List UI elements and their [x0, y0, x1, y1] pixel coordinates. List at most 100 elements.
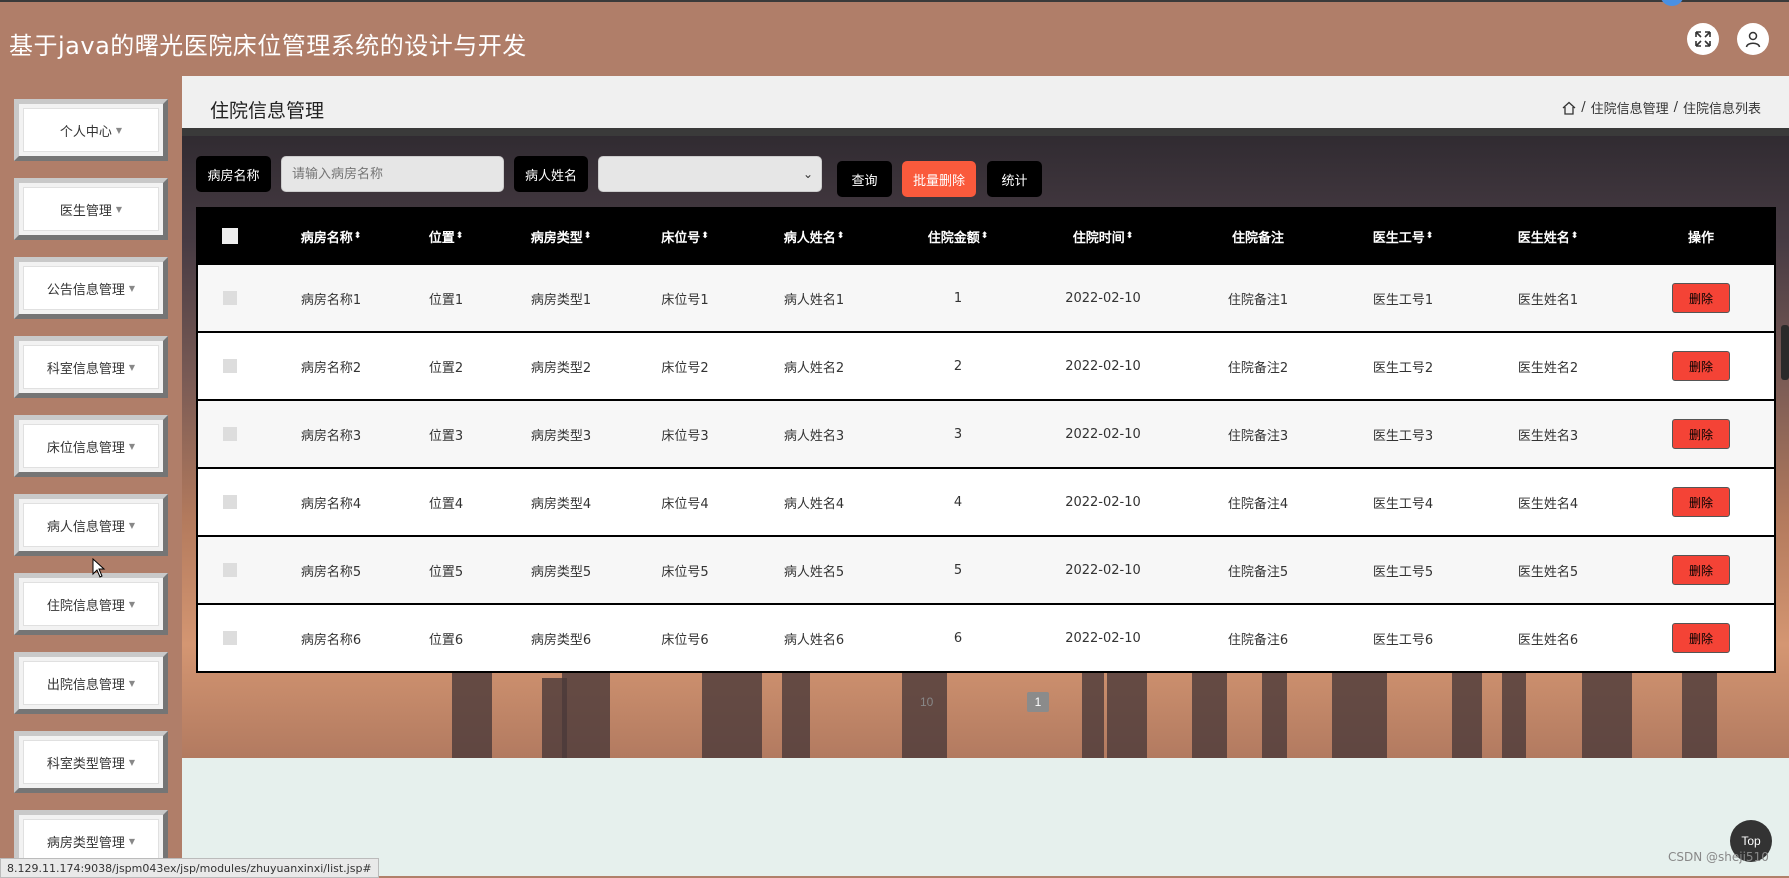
cell-bed-number: 床位号3	[661, 428, 709, 444]
cell-doctor-id: 医生工号3	[1372, 428, 1434, 444]
cell-patient-name: 病人姓名6	[783, 632, 845, 648]
cell-room-type: 病房类型4	[530, 496, 592, 512]
row-checkbox[interactable]	[223, 291, 237, 305]
cell-admission-time: 2022-02-10	[1065, 358, 1141, 374]
cell-doctor-name: 医生姓名4	[1517, 496, 1579, 512]
row-checkbox[interactable]	[223, 563, 237, 577]
delete-button[interactable]: 删除	[1672, 419, 1730, 449]
cell-admission-time: 2022-02-10	[1065, 562, 1141, 578]
row-checkbox[interactable]	[223, 427, 237, 441]
delete-button[interactable]: 删除	[1672, 555, 1730, 585]
col-location[interactable]: 位置 ⬍	[400, 209, 492, 263]
sidebar-item-patient[interactable]: 病人信息管理 ▼	[14, 494, 168, 556]
delete-button[interactable]: 删除	[1672, 351, 1730, 381]
col-patient-name[interactable]: 病人姓名 ⬍	[740, 209, 888, 263]
cell-room-name: 病房名称3	[300, 428, 362, 444]
sort-icon: ⬍	[1125, 231, 1134, 241]
sidebar-item-department[interactable]: 科室信息管理 ▼	[14, 336, 168, 398]
breadcrumb-separator: /	[1673, 100, 1678, 115]
sidebar-item-personal-center[interactable]: 个人中心 ▼	[14, 99, 168, 161]
fullscreen-icon	[1695, 31, 1711, 47]
pagination-current-page[interactable]: 1	[1027, 692, 1049, 712]
room-name-input[interactable]	[281, 156, 504, 192]
cell-amount: 1	[953, 290, 963, 306]
room-name-label: 病房名称	[196, 156, 271, 192]
cell-doctor-id: 医生工号4	[1372, 496, 1434, 512]
col-bed-number[interactable]: 床位号 ⬍	[630, 209, 740, 263]
sort-icon: ⬍	[353, 231, 362, 241]
col-doctor-name[interactable]: 医生姓名 ⬍	[1468, 209, 1628, 263]
caret-down-icon: ▼	[128, 836, 136, 846]
breadcrumb-separator: /	[1581, 100, 1586, 115]
col-actions: 操作	[1687, 230, 1714, 246]
cell-amount: 2	[953, 358, 963, 374]
caret-down-icon: ▼	[115, 204, 123, 214]
sidebar-item-notice[interactable]: 公告信息管理 ▼	[14, 257, 168, 319]
cell-room-type: 病房类型3	[530, 428, 592, 444]
table-row: 病房名称2 位置2 病房类型2 床位号2 病人姓名2 2 2022-02-10 …	[198, 331, 1774, 399]
cell-amount: 5	[953, 562, 963, 578]
row-checkbox[interactable]	[223, 631, 237, 645]
cell-remark: 住院备注6	[1227, 632, 1289, 648]
table-row: 病房名称1 位置1 病房类型1 床位号1 病人姓名1 1 2022-02-10 …	[198, 263, 1774, 331]
cell-remark: 住院备注4	[1227, 496, 1289, 512]
page-size-select[interactable]: 10	[920, 692, 933, 712]
status-url: 8.129.11.174:9038/jspm043ex/jsp/modules/…	[0, 858, 379, 878]
col-doctor-id[interactable]: 医生工号 ⬍	[1338, 209, 1468, 263]
sidebar-item-department-type[interactable]: 科室类型管理 ▼	[14, 731, 168, 793]
cell-bed-number: 床位号4	[661, 496, 709, 512]
select-all-checkbox[interactable]	[222, 228, 238, 244]
sidebar-item-label: 病人信息管理	[46, 519, 125, 535]
sidebar-item-bed[interactable]: 床位信息管理 ▼	[14, 415, 168, 477]
sidebar-item-doctor[interactable]: 医生管理 ▼	[14, 178, 168, 240]
sidebar-item-label: 公告信息管理	[46, 282, 125, 298]
col-admission-time[interactable]: 住院时间 ⬍	[1028, 209, 1178, 263]
query-button[interactable]: 查询	[837, 161, 892, 197]
cell-admission-time: 2022-02-10	[1065, 494, 1141, 510]
row-checkbox[interactable]	[223, 495, 237, 509]
user-button[interactable]	[1737, 23, 1769, 55]
delete-button[interactable]: 删除	[1672, 623, 1730, 653]
table-body: 病房名称1 位置1 病房类型1 床位号1 病人姓名1 1 2022-02-10 …	[198, 263, 1774, 671]
cell-room-type: 病房类型1	[530, 292, 592, 308]
content-footer-area	[182, 758, 1789, 876]
col-room-type[interactable]: 病房类型 ⬍	[492, 209, 630, 263]
cell-doctor-id: 医生工号6	[1372, 632, 1434, 648]
delete-button[interactable]: 删除	[1672, 487, 1730, 517]
caret-down-icon: ▼	[128, 599, 136, 609]
sort-icon: ⬍	[1570, 231, 1579, 241]
sidebar-item-label: 医生管理	[59, 203, 112, 219]
cell-location: 位置4	[428, 496, 464, 512]
sidebar-item-label: 科室类型管理	[46, 756, 125, 772]
breadcrumb-item: 住院信息列表	[1682, 102, 1761, 117]
home-icon[interactable]	[1562, 101, 1576, 115]
cell-room-name: 病房名称5	[300, 564, 362, 580]
cell-room-type: 病房类型5	[530, 564, 592, 580]
cell-bed-number: 床位号1	[661, 292, 709, 308]
delete-button[interactable]: 删除	[1672, 283, 1730, 313]
sidebar-item-label: 病房类型管理	[46, 835, 125, 851]
cell-amount: 3	[953, 426, 963, 442]
col-room-name[interactable]: 病房名称 ⬍	[262, 209, 400, 263]
batch-delete-button[interactable]: 批量删除	[902, 161, 976, 197]
sort-icon: ⬍	[583, 231, 592, 241]
sidebar: 个人中心 ▼ 医生管理 ▼ 公告信息管理 ▼ 科室信息管理 ▼ 床位信息管理 ▼ 病人信息…	[0, 76, 182, 876]
scrollbar[interactable]	[1781, 325, 1789, 380]
cell-location: 位置3	[428, 428, 464, 444]
row-checkbox[interactable]	[223, 359, 237, 373]
hero-top-strip	[182, 128, 1789, 136]
patient-name-select[interactable]: ⌄	[598, 156, 822, 192]
cell-doctor-name: 医生姓名3	[1517, 428, 1579, 444]
caret-down-icon: ▼	[128, 362, 136, 372]
cell-patient-name: 病人姓名2	[783, 360, 845, 376]
cell-bed-number: 床位号6	[661, 632, 709, 648]
sidebar-item-discharge[interactable]: 出院信息管理 ▼	[14, 652, 168, 714]
fullscreen-button[interactable]	[1687, 23, 1719, 55]
cell-patient-name: 病人姓名3	[783, 428, 845, 444]
caret-down-icon: ▼	[128, 520, 136, 530]
sidebar-item-admission[interactable]: 住院信息管理 ▼	[14, 573, 168, 635]
breadcrumb-item[interactable]: 住院信息管理	[1591, 98, 1669, 117]
statistics-button[interactable]: 统计	[987, 161, 1042, 197]
col-amount[interactable]: 住院金额 ⬍	[888, 209, 1028, 263]
cell-amount: 6	[953, 630, 963, 646]
